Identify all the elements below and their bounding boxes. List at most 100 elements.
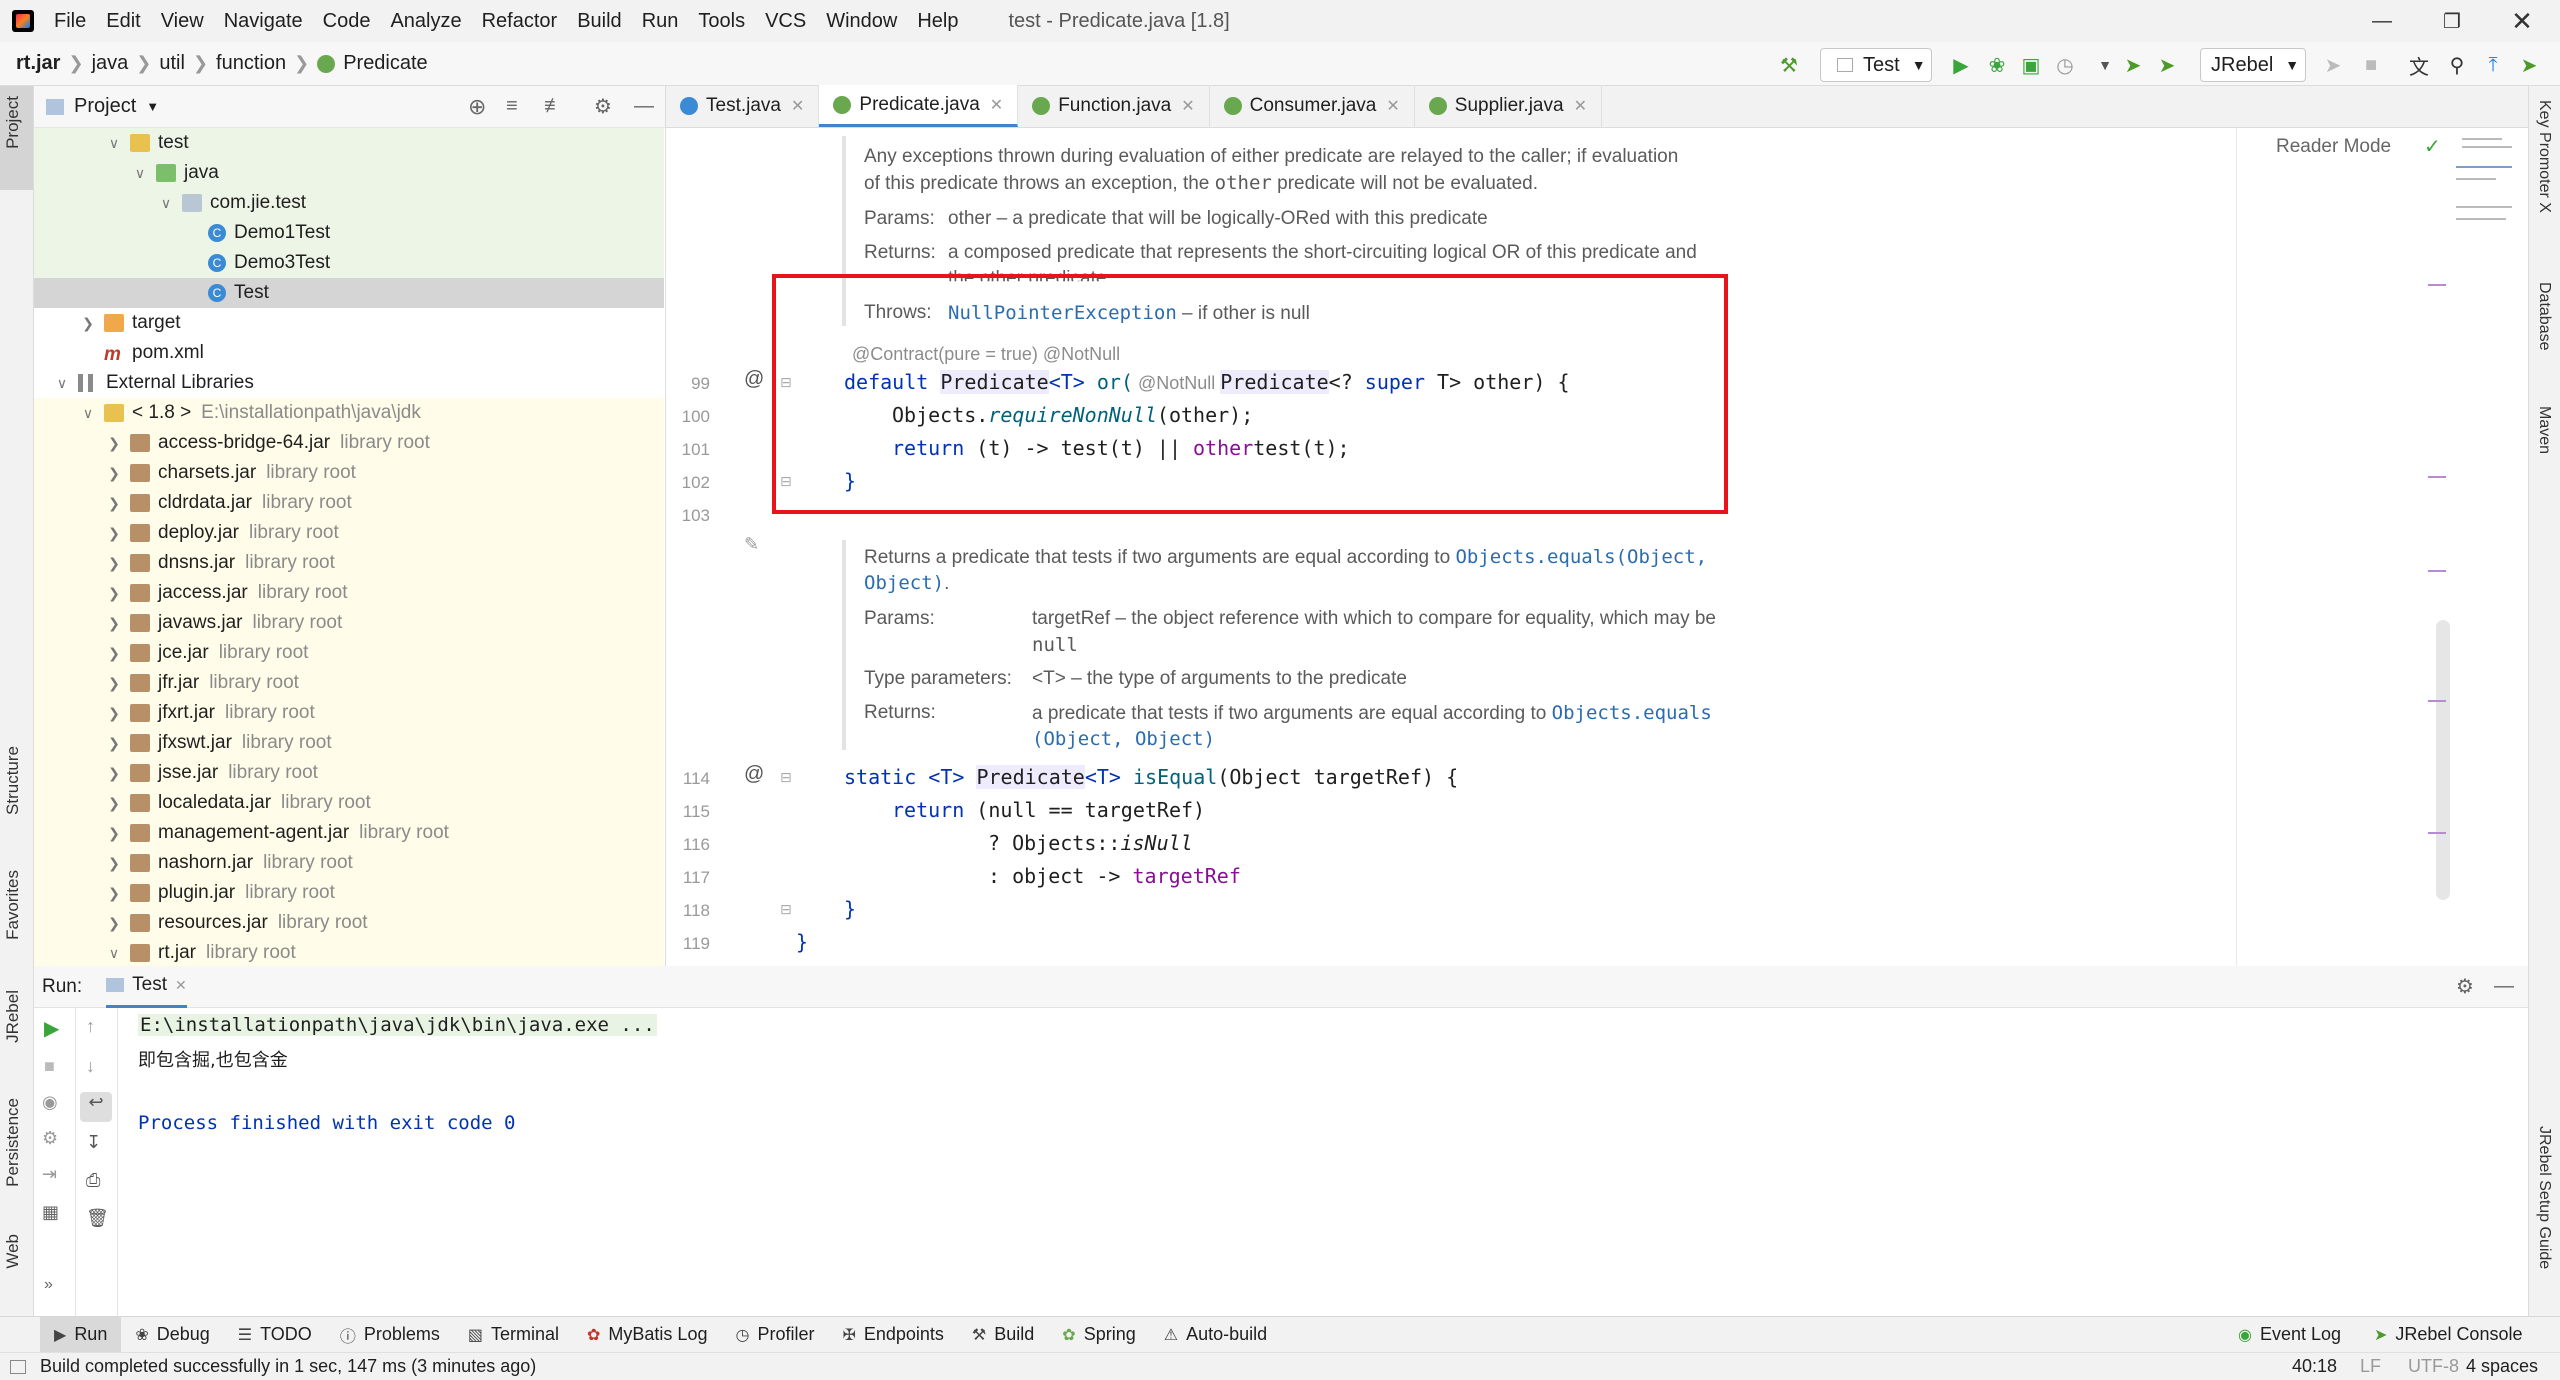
stop-icon[interactable]: ■ xyxy=(44,1056,55,1077)
run-icon[interactable]: ▶ xyxy=(1946,50,1976,80)
chevron-right-icon[interactable]: ❯ xyxy=(106,555,122,572)
chevron-right-icon[interactable]: ❯ xyxy=(80,315,96,332)
tool-tab-key-promoter[interactable]: Key Promoter X xyxy=(2535,100,2553,213)
rerun-icon[interactable]: ▶ xyxy=(44,1016,59,1041)
caret-position[interactable]: 40:18 xyxy=(2292,1356,2337,1377)
tool-tab-structure[interactable]: Structure xyxy=(3,746,23,815)
stop-icon[interactable]: ■ xyxy=(2356,50,2386,80)
chevron-down-icon[interactable]: ▼ xyxy=(146,99,159,114)
close-tab-icon[interactable]: ✕ xyxy=(175,977,187,994)
tree-item[interactable]: ❯ cldrdata.jar library root xyxy=(34,488,664,518)
tool-tab-favorites[interactable]: Favorites xyxy=(3,870,23,940)
chevron-right-icon[interactable]: ❯ xyxy=(106,645,122,662)
chevron-down-icon[interactable]: ∨ xyxy=(54,375,70,392)
chevron-right-icon[interactable]: ❯ xyxy=(106,495,122,512)
tool-tab-persistence[interactable]: Persistence xyxy=(3,1098,23,1187)
chevron-right-icon[interactable]: ❯ xyxy=(106,765,122,782)
tree-item[interactable]: ❯ jsse.jar library root xyxy=(34,758,664,788)
chevron-right-icon[interactable]: ❯ xyxy=(106,825,122,842)
coverage-icon[interactable]: ▣ xyxy=(2016,50,2046,80)
debug-icon[interactable]: ❀ xyxy=(1982,50,2012,80)
chevron-right-icon[interactable]: ❯ xyxy=(106,675,122,692)
tab-test-java[interactable]: Test.java ✕ xyxy=(666,85,820,127)
chevron-right-icon[interactable]: ❯ xyxy=(106,855,122,872)
chevron-right-icon[interactable]: ❯ xyxy=(106,735,122,752)
menu-help[interactable]: Help xyxy=(907,0,968,42)
tool-todo[interactable]: ☰ TODO xyxy=(224,1317,326,1353)
editor-scrollbar[interactable] xyxy=(2436,620,2450,900)
expand-all-icon[interactable]: ≡ xyxy=(506,95,518,118)
arrow-up-icon[interactable]: ↑ xyxy=(86,1016,95,1037)
hide-panel-icon[interactable]: — xyxy=(634,95,654,118)
tool-tab-jrebel-setup[interactable]: JRebel Setup Guide xyxy=(2535,1126,2553,1269)
hide-panel-icon[interactable]: — xyxy=(2494,975,2514,998)
chevron-right-icon[interactable]: ❯ xyxy=(106,705,122,722)
pencil-icon[interactable]: ✎ xyxy=(744,534,759,555)
collapse-all-icon[interactable]: ≢ xyxy=(544,95,564,118)
breadcrumb-predicate[interactable]: Predicate xyxy=(343,52,428,75)
settings-icon[interactable]: ⚙ xyxy=(42,1128,58,1149)
tab-supplier-java[interactable]: Supplier.java ✕ xyxy=(1415,85,1602,127)
print-icon[interactable]: ⎙ xyxy=(86,1170,100,1191)
menu-file[interactable]: File xyxy=(44,0,96,42)
chevron-right-icon[interactable]: ❯ xyxy=(106,525,122,542)
run-tab-test[interactable]: Test ✕ xyxy=(106,966,187,1008)
menu-code[interactable]: Code xyxy=(313,0,381,42)
doc-link[interactable]: (Object, Object) xyxy=(1032,728,1215,750)
update-icon[interactable]: ⤒ xyxy=(2478,50,2508,80)
translate-icon[interactable]: 文 xyxy=(2404,50,2434,80)
fold-icon[interactable]: ⊟ xyxy=(780,901,792,918)
tree-item[interactable]: ❯ target xyxy=(34,308,664,338)
doc-link[interactable]: Objects.equals(Object, xyxy=(1455,546,1707,568)
tool-tab-jrebel[interactable]: JRebel xyxy=(3,990,23,1043)
tree-item[interactable]: ∨ rt.jar library root xyxy=(34,938,664,968)
tree-item[interactable]: ❯ nashorn.jar library root xyxy=(34,848,664,878)
soft-wrap-icon[interactable]: ↩ xyxy=(80,1092,112,1122)
tree-item[interactable]: ❯ plugin.jar library root xyxy=(34,878,664,908)
tool-tab-database[interactable]: Database xyxy=(2535,282,2553,351)
tree-item[interactable]: C Demo3Test xyxy=(34,248,664,278)
tree-item[interactable]: ∨ com.jie.test xyxy=(34,188,664,218)
tool-spring[interactable]: ✿ Spring xyxy=(1048,1317,1149,1353)
menu-build[interactable]: Build xyxy=(567,0,631,42)
override-icon[interactable]: @ xyxy=(744,368,764,391)
tool-tab-maven[interactable]: Maven xyxy=(2535,406,2553,454)
breadcrumb-function[interactable]: function xyxy=(216,52,286,75)
tree-item[interactable]: ∨ test xyxy=(34,128,664,158)
search-icon[interactable]: ⚲ xyxy=(2442,50,2472,80)
chevron-right-icon[interactable]: ❯ xyxy=(106,915,122,932)
tool-jrebel-console[interactable]: ➤ JRebel Console xyxy=(2360,1317,2536,1353)
tree-item[interactable]: ❯ access-bridge-64.jar library root xyxy=(34,428,664,458)
close-tab-icon[interactable]: ✕ xyxy=(791,96,804,116)
tree-item[interactable]: ❯ localedata.jar library root xyxy=(34,788,664,818)
breadcrumb-rt-jar[interactable]: rt.jar xyxy=(16,52,60,75)
profile-icon[interactable]: ◷ xyxy=(2050,50,2080,80)
jrebel-run-icon[interactable]: ➤ xyxy=(2118,50,2148,80)
chevron-right-icon[interactable]: ❯ xyxy=(106,465,122,482)
menu-analyze[interactable]: Analyze xyxy=(380,0,471,42)
doc-link[interactable]: Object) xyxy=(864,572,944,594)
layout-icon[interactable]: ▦ xyxy=(42,1202,59,1223)
tree-item[interactable]: C Demo1Test xyxy=(34,218,664,248)
exit-icon[interactable]: ⇥ xyxy=(42,1164,57,1185)
chevron-down-icon[interactable]: ∨ xyxy=(106,945,122,962)
tree-item[interactable]: ∨ < 1.8 > E:\installationpath\java\jdk xyxy=(34,398,664,428)
chevron-right-icon[interactable]: ❯ xyxy=(106,435,122,452)
breadcrumb-util[interactable]: util xyxy=(159,52,185,75)
override-icon[interactable]: @ xyxy=(744,763,764,786)
maximize-icon[interactable]: ❐ xyxy=(2420,0,2484,42)
chevron-right-icon[interactable]: ❯ xyxy=(106,795,122,812)
jrebel-icon[interactable]: ➤ xyxy=(2514,50,2544,80)
tree-item[interactable]: ❯ jfxrt.jar library root xyxy=(34,698,664,728)
menu-run[interactable]: Run xyxy=(632,0,689,42)
tool-endpoints[interactable]: ✠ Endpoints xyxy=(828,1317,957,1353)
tree-item[interactable]: m pom.xml xyxy=(34,338,664,368)
tool-tab-project[interactable]: Project xyxy=(3,96,23,149)
menu-edit[interactable]: Edit xyxy=(96,0,150,42)
tab-consumer-java[interactable]: Consumer.java ✕ xyxy=(1210,85,1415,127)
tree-item[interactable]: ❯ jce.jar library root xyxy=(34,638,664,668)
menu-vcs[interactable]: VCS xyxy=(755,0,816,42)
tree-item[interactable]: ❯ jaccess.jar library root xyxy=(34,578,664,608)
line-separator[interactable]: LF xyxy=(2360,1356,2381,1377)
file-encoding[interactable]: UTF-8 xyxy=(2408,1356,2459,1377)
